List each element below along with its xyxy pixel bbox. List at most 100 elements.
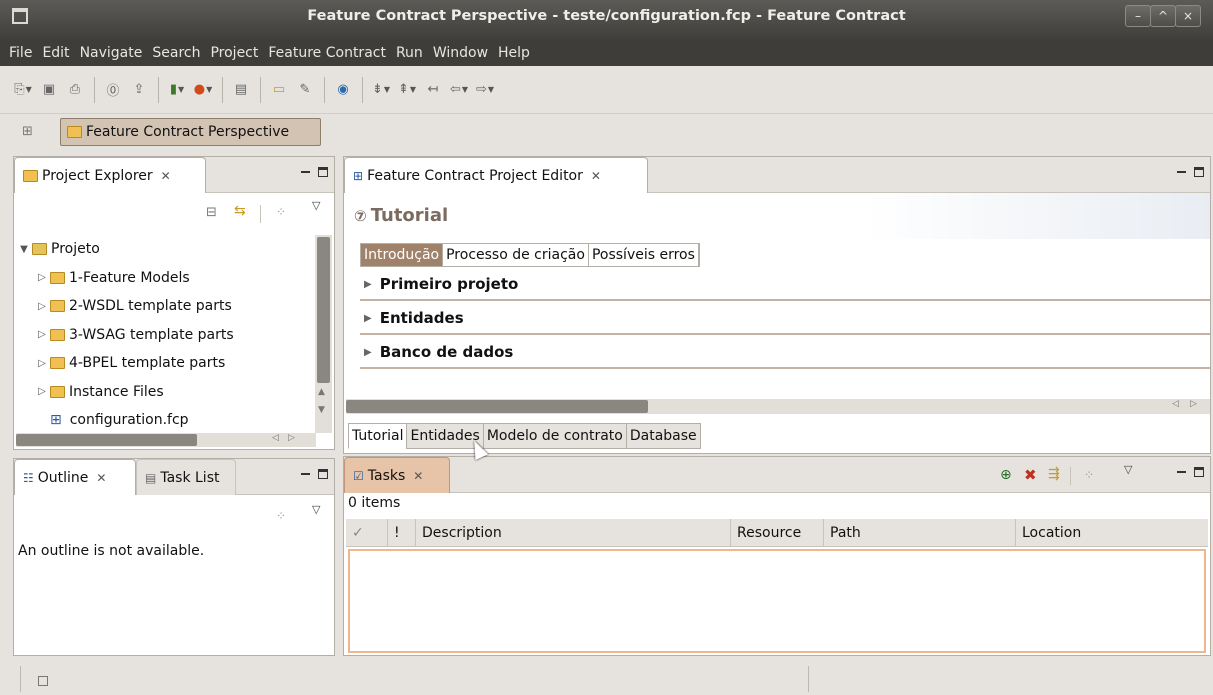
- maximize-button[interactable]: ^: [1150, 5, 1176, 27]
- column-completed[interactable]: ✓: [346, 519, 388, 546]
- tree-item[interactable]: ⊞ configuration.fcp: [14, 406, 314, 435]
- menu-edit[interactable]: Edit: [37, 45, 74, 61]
- menu-feature-contract[interactable]: Feature Contract: [263, 45, 391, 61]
- scroll-left-icon[interactable]: ◁: [1172, 399, 1179, 409]
- open-perspective-icon[interactable]: ⊞: [22, 124, 38, 140]
- tree-item[interactable]: ▷ Instance Files: [14, 378, 314, 407]
- horizontal-scrollbar[interactable]: ◁ ▷: [346, 399, 1210, 414]
- minimize-icon[interactable]: [301, 473, 310, 475]
- column-priority[interactable]: !: [388, 519, 416, 546]
- new-project-icon[interactable]: ⇪: [128, 79, 150, 101]
- print-icon[interactable]: ⎙: [64, 79, 86, 101]
- view-menu-icon[interactable]: ▽: [312, 199, 320, 212]
- globe-icon[interactable]: ◉: [332, 79, 354, 101]
- open-folder-icon[interactable]: ▭: [268, 79, 290, 101]
- collapse-arrow-icon[interactable]: ▷: [34, 301, 50, 312]
- maximize-icon[interactable]: [1194, 467, 1204, 477]
- maximize-icon[interactable]: [318, 167, 328, 177]
- subtab-processo[interactable]: Processo de criação: [443, 244, 589, 266]
- back-icon[interactable]: ⇦ ▼: [448, 79, 470, 101]
- vertical-scrollbar[interactable]: ▲ ▼: [315, 235, 332, 433]
- delete-icon[interactable]: ✖: [1024, 466, 1037, 484]
- view-menu-icon[interactable]: ▽: [312, 503, 320, 516]
- maximize-icon[interactable]: [318, 469, 328, 479]
- close-icon[interactable]: ✕: [413, 469, 423, 483]
- close-icon[interactable]: ✕: [96, 471, 106, 485]
- scroll-right-icon[interactable]: ▷: [1190, 399, 1197, 409]
- scroll-down-icon[interactable]: ▼: [318, 405, 325, 415]
- minimize-icon[interactable]: [1177, 171, 1186, 173]
- minimize-button[interactable]: –: [1125, 5, 1151, 27]
- expand-arrow-icon[interactable]: ▶: [364, 313, 372, 324]
- new-task-icon[interactable]: ⊕: [1000, 467, 1012, 483]
- scroll-left-icon[interactable]: ◁: [272, 433, 279, 443]
- section-entidades[interactable]: ▶ Entidades: [360, 303, 1210, 335]
- column-location[interactable]: Location: [1016, 519, 1206, 546]
- collapse-arrow-icon[interactable]: ▷: [34, 386, 50, 397]
- menu-help[interactable]: Help: [493, 45, 535, 61]
- menu-window[interactable]: Window: [428, 45, 493, 61]
- collapse-all-icon[interactable]: ⊟: [206, 205, 217, 220]
- forward-icon[interactable]: ⇨ ▼: [474, 79, 496, 101]
- subtab-erros[interactable]: Possíveis erros: [588, 244, 699, 266]
- tab-outline[interactable]: ☷ Outline ✕: [14, 459, 136, 495]
- fast-view-icon[interactable]: [38, 676, 48, 686]
- menu-project[interactable]: Project: [205, 45, 263, 61]
- menu-file[interactable]: File: [4, 45, 37, 61]
- maximize-icon[interactable]: [1194, 167, 1204, 177]
- close-icon[interactable]: ✕: [591, 169, 601, 183]
- tab-task-list[interactable]: ▤ Task List: [136, 459, 236, 495]
- next-annotation-icon[interactable]: ⇟ ▼: [370, 79, 392, 101]
- new-icon[interactable]: ⎘ ▼: [12, 79, 34, 101]
- delete-completed-icon[interactable]: ⇶: [1048, 466, 1060, 482]
- collapse-arrow-icon[interactable]: ▷: [34, 358, 50, 369]
- section-primeiro-projeto[interactable]: ▶ Primeiro projeto: [360, 269, 1210, 301]
- minimize-icon[interactable]: [1177, 471, 1186, 473]
- scroll-thumb[interactable]: [16, 434, 197, 446]
- expand-arrow-icon[interactable]: ▶: [364, 279, 372, 290]
- menu-navigate[interactable]: Navigate: [75, 45, 148, 61]
- subtab-introducao[interactable]: Introdução: [361, 244, 444, 266]
- link-editor-icon[interactable]: ⇆: [234, 203, 246, 219]
- document-icon[interactable]: ▤: [230, 79, 252, 101]
- tasks-table-body[interactable]: [348, 549, 1206, 653]
- last-edit-icon[interactable]: ↤: [422, 79, 444, 101]
- scroll-thumb[interactable]: [346, 400, 648, 413]
- tab-tasks[interactable]: ☑ Tasks ✕: [344, 457, 450, 493]
- filter-icon[interactable]: ⁘: [1084, 468, 1094, 482]
- column-resource[interactable]: Resource: [731, 519, 824, 546]
- save-icon[interactable]: ▣: [38, 79, 60, 101]
- tree-item[interactable]: ▼ Projeto: [14, 235, 314, 264]
- help-icon[interactable]: ⓪: [102, 79, 124, 101]
- column-path[interactable]: Path: [824, 519, 1016, 546]
- run-icon[interactable]: ● ▼: [192, 79, 214, 101]
- tab-feature-contract-editor[interactable]: ⊞ Feature Contract Project Editor ✕: [344, 157, 648, 193]
- tab-project-explorer[interactable]: Project Explorer ✕: [14, 157, 206, 193]
- expand-arrow-icon[interactable]: ▼: [16, 244, 32, 255]
- column-description[interactable]: Description: [416, 519, 731, 546]
- menu-run[interactable]: Run: [391, 45, 428, 61]
- prev-annotation-icon[interactable]: ⇞ ▼: [396, 79, 418, 101]
- page-tab-modelo[interactable]: Modelo de contrato: [482, 423, 626, 449]
- page-tab-database[interactable]: Database: [625, 423, 701, 449]
- minimize-icon[interactable]: [301, 171, 310, 173]
- filter-icon[interactable]: ⁘: [276, 205, 286, 219]
- view-menu-icon[interactable]: ▽: [1124, 463, 1132, 476]
- collapse-arrow-icon[interactable]: ▷: [34, 272, 50, 283]
- close-icon[interactable]: ✕: [161, 169, 171, 183]
- scroll-thumb[interactable]: [317, 237, 330, 383]
- horizontal-scrollbar[interactable]: ◁ ▷: [16, 433, 316, 447]
- build-icon[interactable]: ▮ ▼: [166, 79, 188, 101]
- pencil-icon[interactable]: ✎: [294, 79, 316, 101]
- section-banco-de-dados[interactable]: ▶ Banco de dados: [360, 337, 1210, 369]
- close-button[interactable]: ×: [1175, 5, 1201, 27]
- perspective-button[interactable]: Feature Contract Perspective: [60, 118, 321, 146]
- collapse-arrow-icon[interactable]: ▷: [34, 329, 50, 340]
- tree-item[interactable]: ▷ 1-Feature Models: [14, 264, 314, 293]
- menu-search[interactable]: Search: [147, 45, 205, 61]
- tree-item[interactable]: ▷ 4-BPEL template parts: [14, 349, 314, 378]
- filter-icon[interactable]: ⁘: [276, 509, 286, 523]
- scroll-up-icon[interactable]: ▲: [318, 387, 325, 397]
- expand-arrow-icon[interactable]: ▶: [364, 347, 372, 358]
- tree-item[interactable]: ▷ 2-WSDL template parts: [14, 292, 314, 321]
